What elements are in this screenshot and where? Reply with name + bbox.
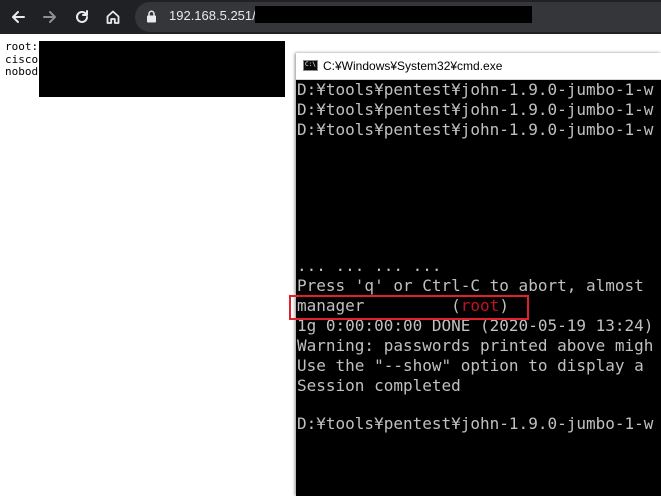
arrow-left-icon [12,11,25,23]
forward-button[interactable] [37,4,63,30]
terminal-line: D:¥tools¥pentest¥john-1.9.0-jumbo-1-w [297,120,654,139]
lock-icon [147,10,156,23]
url-text[interactable]: 192.168.5.251/ [169,8,256,24]
home-button[interactable] [100,4,126,30]
page-line: root: [5,40,39,53]
redacted-content-block [39,41,285,97]
cmd-app-icon: C:\ [303,60,318,71]
cmd-window[interactable]: C:\ C:¥Windows¥System32¥cmd.exe D:¥tools… [296,53,661,496]
reload-button[interactable] [69,4,95,30]
home-icon [106,10,120,24]
terminal-line: Press 'q' or Ctrl-C to abort, almost [297,276,644,295]
redacted-url-block [255,6,532,23]
terminal-line: Use the "--show" option to display a [297,356,644,375]
back-button[interactable] [5,4,31,30]
reload-icon [76,10,88,23]
terminal-line: Session completed [297,376,461,395]
cmd-titlebar[interactable]: C:\ C:¥Windows¥System32¥cmd.exe [296,53,661,80]
browser-toolbar: 192.168.5.251/ [0,0,661,34]
cmd-window-title: C:¥Windows¥System32¥cmd.exe [323,59,503,73]
page-content: root: cisco nobod [5,40,39,79]
terminal-line: D:¥tools¥pentest¥john-1.9.0-jumbo-1-w [297,80,654,99]
highlight-annotation-box [289,295,529,320]
arrow-right-icon [43,11,56,23]
terminal-line-partial: ... ... ... ... [297,256,442,275]
page-line: nobod [5,65,39,78]
terminal-prompt[interactable]: D:¥tools¥pentest¥john-1.9.0-jumbo-1-w [297,414,653,434]
terminal-line: D:¥tools¥pentest¥john-1.9.0-jumbo-1-w [297,100,654,119]
terminal-line: Warning: passwords printed above migh [297,336,654,355]
